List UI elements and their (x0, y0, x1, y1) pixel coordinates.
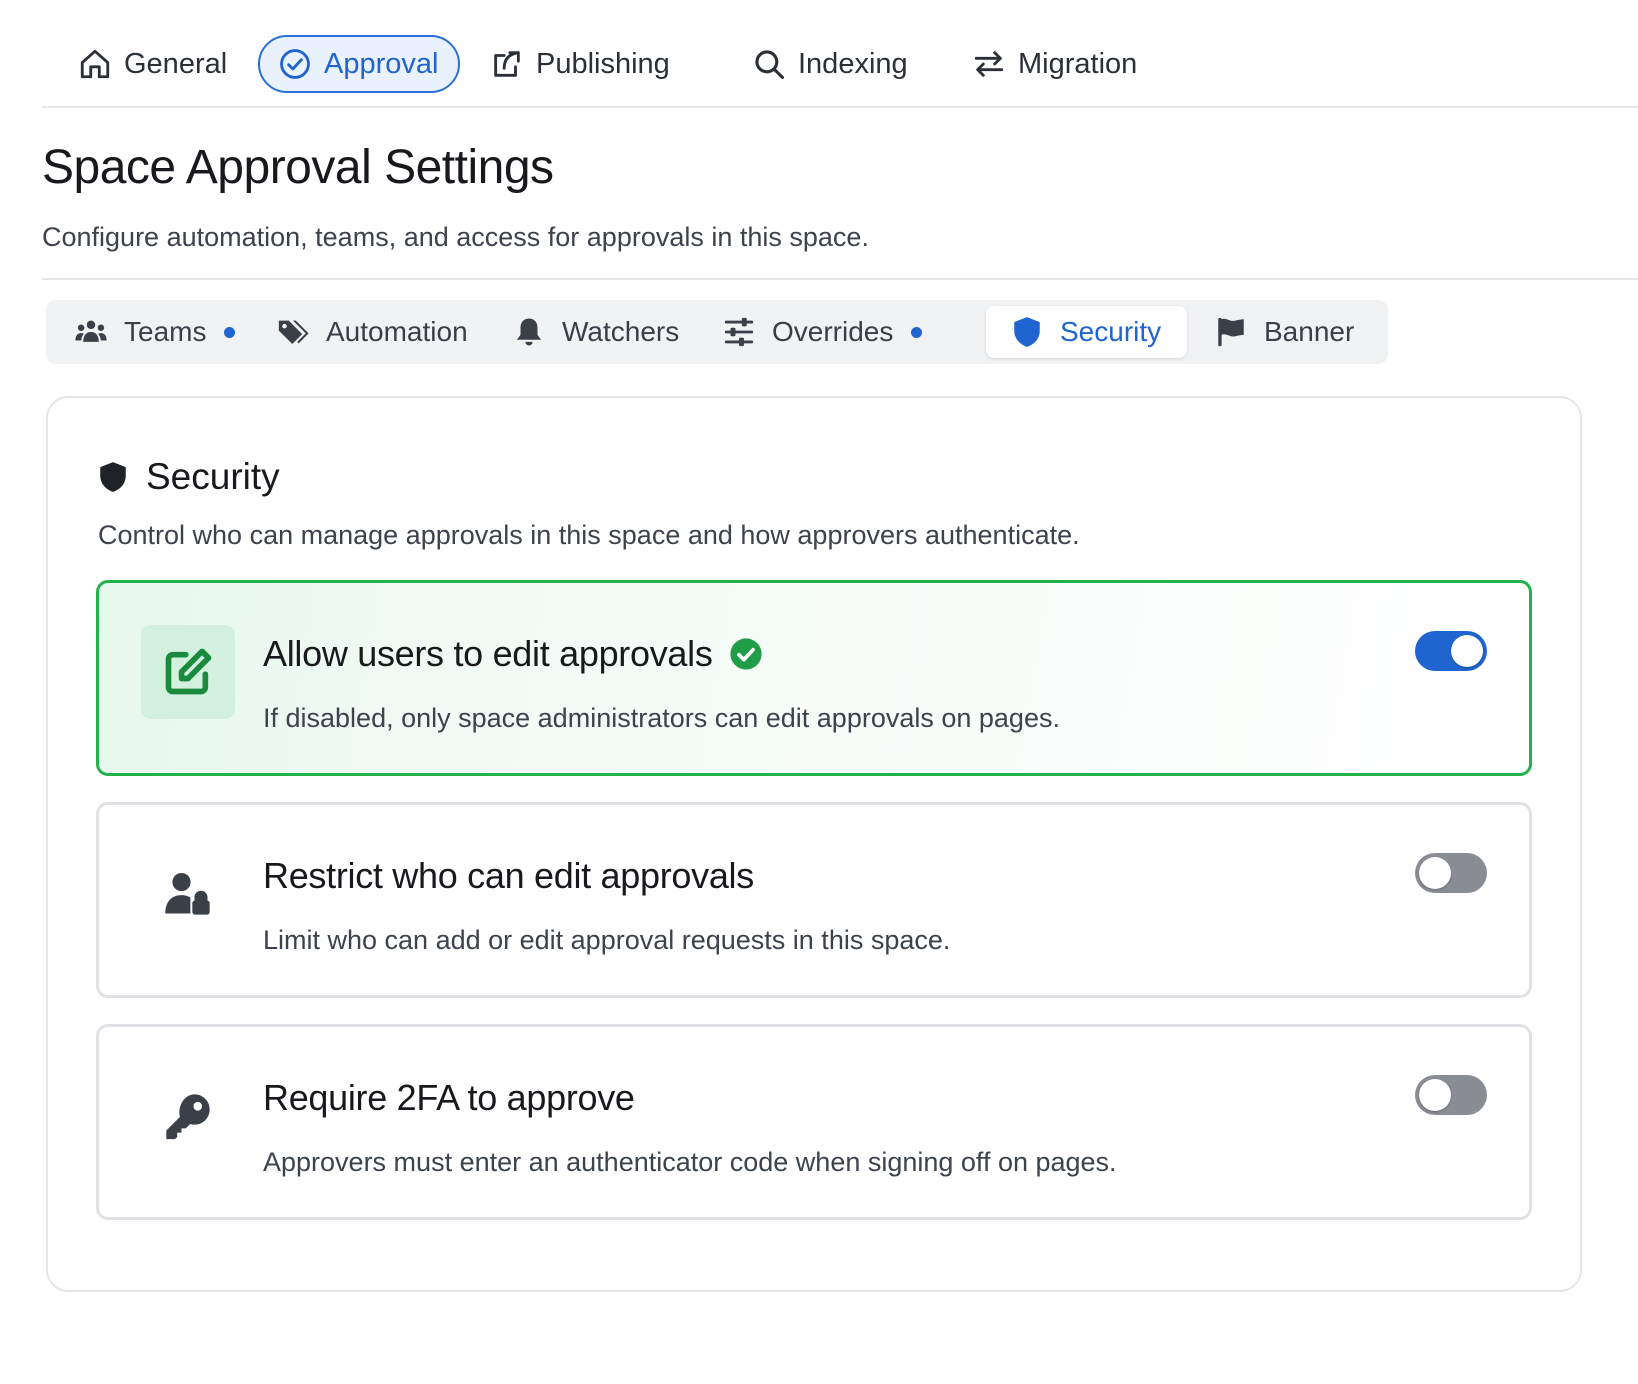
option-title: Allow users to edit approvals (263, 633, 763, 675)
option-description: If disabled, only space administrators c… (263, 703, 1060, 733)
tab-overrides[interactable]: Overrides (722, 306, 923, 358)
nav-migration[interactable]: Migration (972, 35, 1137, 93)
home-icon (80, 49, 110, 79)
option-icon-box (141, 1069, 235, 1163)
swap-arrows-icon (974, 51, 1004, 77)
security-card: Security Control who can manage approval… (46, 396, 1582, 1292)
option-title-text: Require 2FA to approve (263, 1077, 635, 1118)
option-title-text: Restrict who can edit approvals (263, 855, 754, 896)
toggle-knob (1419, 1079, 1451, 1111)
top-nav: General Approval Publishing Indexing Mig… (42, 30, 1638, 108)
option-icon-box (141, 625, 235, 719)
allow-edit-toggle[interactable] (1415, 631, 1487, 671)
check-badge-icon (729, 638, 762, 670)
page-subtitle: Configure automation, teams, and access … (42, 222, 869, 252)
option-title: Require 2FA to approve (263, 1077, 635, 1119)
nav-indexing[interactable]: Indexing (752, 35, 908, 93)
tab-automation[interactable]: Automation (276, 306, 468, 358)
card-heading: Security (96, 456, 280, 498)
tab-security[interactable]: Security (986, 306, 1188, 358)
shield-icon (100, 462, 126, 492)
tab-banner[interactable]: Banner (1214, 306, 1354, 358)
tab-watchers-label: Watchers (562, 316, 680, 347)
users-icon (75, 320, 107, 342)
nav-publishing[interactable]: Publishing (490, 35, 670, 93)
option-icon-box (141, 847, 235, 941)
search-icon (755, 50, 785, 80)
toggle-knob (1419, 857, 1451, 889)
edit-square-icon (165, 648, 212, 695)
tab-watchers[interactable]: Watchers (512, 306, 679, 358)
tab-banner-label: Banner (1264, 316, 1355, 347)
option-description: Limit who can add or edit approval reque… (263, 925, 951, 955)
tab-automation-label: Automation (326, 316, 468, 347)
tab-teams[interactable]: Teams (74, 306, 236, 358)
restrict-edit-toggle[interactable] (1415, 853, 1487, 893)
option-title: Restrict who can edit approvals (263, 855, 754, 897)
option-description: Approvers must enter an authenticator co… (263, 1147, 1117, 1177)
shield-icon (1014, 317, 1040, 347)
tags-icon (278, 320, 309, 345)
option-require-2fa[interactable]: Require 2FA to approve Approvers must en… (96, 1024, 1532, 1220)
sliders-icon (724, 317, 754, 347)
nav-migration-label: Migration (1018, 47, 1138, 80)
divider (42, 278, 1638, 280)
tab-teams-label: Teams (124, 316, 207, 347)
tab-teams-indicator (224, 326, 236, 338)
option-allow-edit[interactable]: Allow users to edit approvals If disable… (96, 580, 1532, 776)
bell-icon (516, 318, 542, 346)
option-title-text: Allow users to edit approvals (263, 633, 713, 674)
nav-publishing-label: Publishing (536, 47, 670, 80)
nav-general[interactable]: General (78, 35, 227, 93)
flag-icon (1218, 317, 1244, 347)
tab-overrides-label: Overrides (772, 316, 894, 347)
tab-overrides-indicator (911, 326, 923, 338)
card-title: Security (146, 456, 280, 497)
share-icon (494, 51, 520, 77)
tab-security-label: Security (1060, 316, 1162, 347)
require-2fa-toggle[interactable] (1415, 1075, 1487, 1115)
page-title: Space Approval Settings (42, 141, 554, 194)
check-circle-icon (280, 49, 310, 79)
toggle-knob (1451, 635, 1483, 667)
nav-indexing-label: Indexing (798, 47, 908, 80)
nav-approval[interactable]: Approval (258, 35, 461, 93)
nav-approval-label: Approval (324, 47, 439, 80)
card-subtitle: Control who can manage approvals in this… (98, 520, 1080, 550)
option-restrict-edit[interactable]: Restrict who can edit approvals Limit wh… (96, 802, 1532, 998)
nav-general-label: General (124, 47, 228, 80)
settings-subtabs: Teams Automation Watchers Overrides Secu… (46, 300, 1388, 364)
user-lock-icon (165, 872, 210, 915)
key-icon (166, 1094, 210, 1140)
